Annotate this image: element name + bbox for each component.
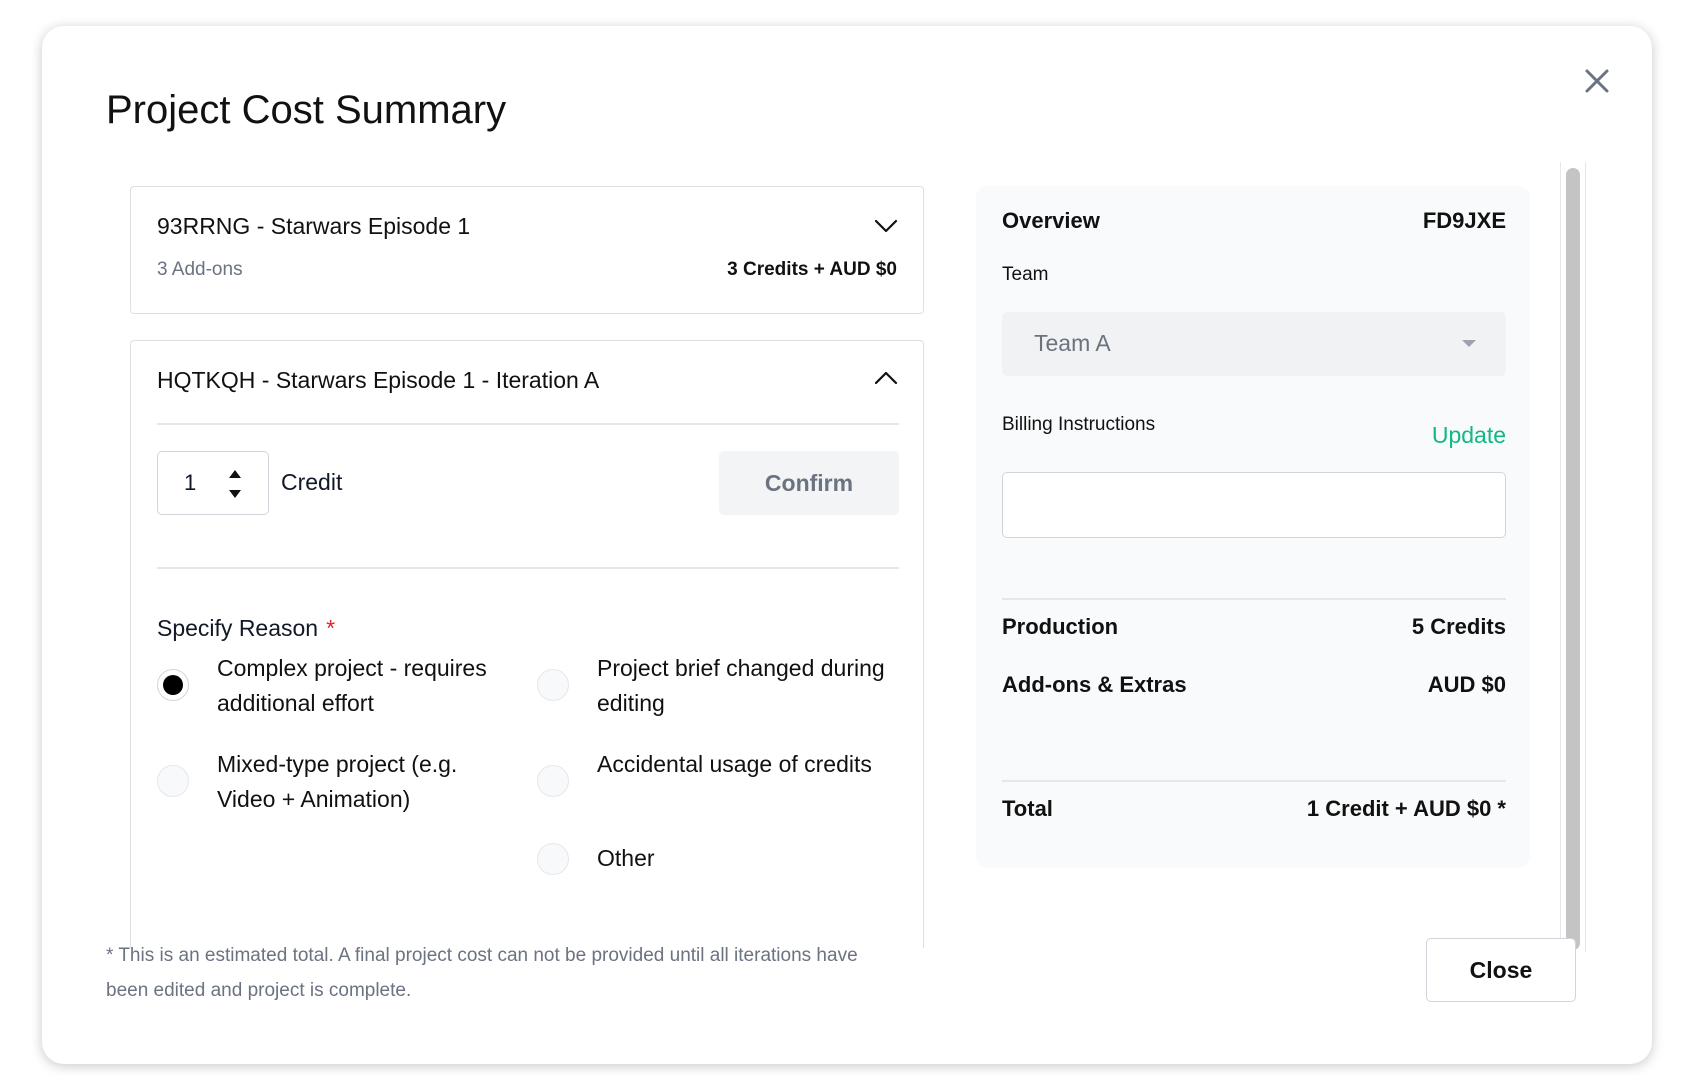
estimate-footnote: * This is an estimated total. A final pr… xyxy=(106,945,858,1001)
production-value: 5 Credits xyxy=(1411,614,1506,639)
reason-option-label: Mixed-type project (e.g. Video + Animati… xyxy=(217,751,458,812)
project-title: 93RRNG - Starwars Episode 1 xyxy=(157,213,471,239)
credit-label: Credit xyxy=(281,469,343,495)
reason-radio-other[interactable] xyxy=(537,843,569,875)
total-value: 1 Credit + AUD $0 * xyxy=(1306,796,1506,821)
reason-option-label: Complex project - requires additional ef… xyxy=(217,655,487,716)
close-icon[interactable] xyxy=(1576,60,1618,102)
divider xyxy=(1002,780,1506,782)
divider xyxy=(157,423,899,425)
required-mark: * xyxy=(326,615,336,641)
billing-instructions-input[interactable] xyxy=(1002,472,1506,538)
reason-radio-brief-changed[interactable] xyxy=(537,669,569,701)
project-addons: 3 Add-ons xyxy=(157,259,243,280)
addons-extras-value: AUD $0 xyxy=(1427,672,1506,697)
credit-value[interactable]: 1 xyxy=(184,470,196,496)
update-link[interactable]: Update xyxy=(1432,422,1506,449)
project-title: HQTKQH - Starwars Episode 1 - Iteration … xyxy=(157,367,600,393)
stepper-arrows-icon[interactable] xyxy=(226,466,244,502)
project-card[interactable]: 93RRNG - Starwars Episode 1 3 Add-ons 3 … xyxy=(130,186,924,314)
reason-radio-complex[interactable] xyxy=(157,669,189,701)
total-label: Total xyxy=(1002,796,1053,821)
chevron-up-icon[interactable] xyxy=(871,363,901,393)
billing-instructions-label: Billing Instructions xyxy=(1002,414,1156,435)
reason-radio-accidental[interactable] xyxy=(537,765,569,797)
caret-down-icon xyxy=(1462,340,1476,347)
scrollbar-track[interactable] xyxy=(1560,162,1586,952)
overview-code: FD9JXE xyxy=(1422,208,1506,233)
team-select[interactable]: Team A xyxy=(1002,312,1506,376)
chevron-down-icon[interactable] xyxy=(871,211,901,241)
addons-extras-label: Add-ons & Extras xyxy=(1002,672,1187,697)
reason-label-text: Specify Reason xyxy=(157,615,319,641)
divider xyxy=(1002,598,1506,600)
close-button[interactable]: Close xyxy=(1426,938,1576,1002)
production-label: Production xyxy=(1002,614,1119,639)
reason-option-label: Project brief changed during editing xyxy=(597,655,885,716)
team-label: Team xyxy=(1002,264,1049,285)
reason-option-label: Other xyxy=(597,845,655,871)
overview-heading: Overview xyxy=(1002,208,1100,233)
confirm-button[interactable]: Confirm xyxy=(719,451,899,515)
project-card-expanded: HQTKQH - Starwars Episode 1 - Iteration … xyxy=(130,340,924,948)
credit-stepper[interactable]: 1 xyxy=(157,451,269,515)
overview-panel: Overview FD9JXE Team Team A Billing Inst… xyxy=(976,186,1530,868)
team-select-value: Team A xyxy=(1034,330,1111,356)
project-cost-summary-modal: Project Cost Summary 93RRNG - Starwars E… xyxy=(42,26,1652,1064)
reason-radio-mixed-type[interactable] xyxy=(157,765,189,797)
reason-option-label: Accidental usage of credits xyxy=(597,751,872,777)
divider xyxy=(157,567,899,569)
projects-list: 93RRNG - Starwars Episode 1 3 Add-ons 3 … xyxy=(130,186,930,948)
modal-title: Project Cost Summary xyxy=(106,88,507,132)
scrollbar-thumb[interactable] xyxy=(1566,168,1580,950)
project-cost: 3 Credits + AUD $0 xyxy=(727,259,897,280)
specify-reason-label: Specify Reason * xyxy=(157,615,335,642)
